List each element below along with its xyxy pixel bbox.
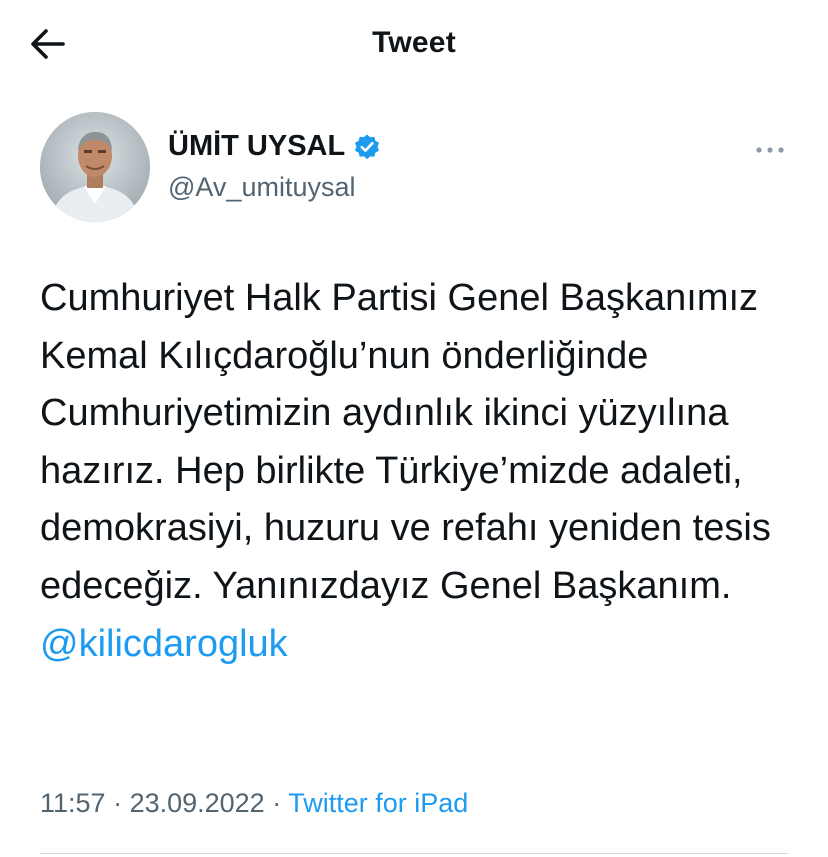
tweet-text: Cumhuriyet Halk Partisi Genel Başkanımız… bbox=[40, 270, 800, 673]
verified-badge-icon bbox=[355, 134, 380, 159]
tweet-body: Cumhuriyet Halk Partisi Genel Başkanımız… bbox=[40, 277, 771, 607]
meta-separator-2: · bbox=[264, 788, 289, 818]
avatar[interactable] bbox=[40, 112, 150, 222]
top-bar: Tweet bbox=[0, 0, 828, 90]
display-name-row[interactable]: ÜMİT UYSAL bbox=[168, 130, 381, 163]
display-name: ÜMİT UYSAL bbox=[168, 130, 346, 162]
page-title: Tweet bbox=[372, 26, 456, 59]
tweet-time[interactable]: 11:57 bbox=[40, 788, 106, 818]
mention-link[interactable]: @kilicdarogluk bbox=[40, 623, 288, 665]
user-handle[interactable]: @Av_umituysal bbox=[168, 172, 355, 203]
more-horizontal-icon bbox=[756, 147, 784, 153]
more-options-button[interactable] bbox=[752, 138, 788, 162]
tweet-author: ÜMİT UYSAL @Av_umituysal bbox=[40, 112, 790, 224]
avatar-photo bbox=[40, 112, 150, 222]
tweet-date[interactable]: 23.09.2022 bbox=[130, 788, 265, 818]
tweet-source[interactable]: Twitter for iPad bbox=[288, 788, 468, 818]
meta-separator-1: · bbox=[105, 788, 130, 818]
divider bbox=[40, 853, 788, 854]
tweet-meta: 11:57 · 23.09.2022 · Twitter for iPad bbox=[40, 788, 468, 819]
